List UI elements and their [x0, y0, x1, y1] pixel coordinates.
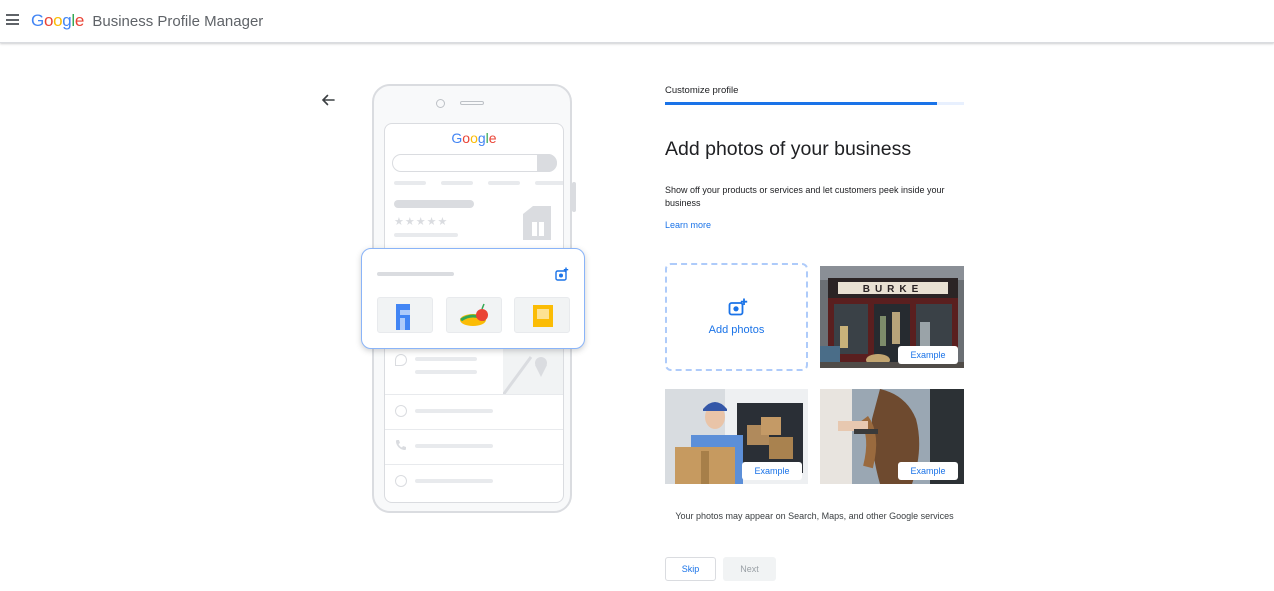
placeholder-title: [394, 200, 474, 208]
example-badge[interactable]: Example: [742, 462, 802, 480]
svg-text:BURKE: BURKE: [863, 284, 924, 295]
mini-search-bar: [392, 154, 557, 172]
thumbnail-product: [514, 297, 570, 333]
placeholder-line: [415, 444, 493, 448]
add-photo-icon: [555, 267, 569, 281]
learn-more-link[interactable]: Learn more: [665, 220, 711, 230]
photo-card-illustration: [361, 248, 585, 349]
placeholder-line: [377, 272, 454, 276]
logo-letter: G: [31, 11, 44, 30]
thumbnail-food: [446, 297, 502, 333]
page-description: Show off your products or services and l…: [665, 185, 945, 208]
placeholder-line: [394, 181, 426, 185]
logo-letter: o: [43, 11, 54, 30]
globe-icon: [395, 475, 407, 487]
product-name: Business Profile Manager: [92, 13, 264, 30]
divider: [385, 464, 563, 465]
placeholder-line: [415, 357, 477, 361]
example-photo-salon: Example: [820, 389, 964, 484]
logo-letter: o: [53, 11, 63, 30]
clock-icon: [395, 405, 407, 417]
top-app-bar: Google Business Profile Manager: [0, 0, 1274, 43]
storefront-icon: [523, 206, 551, 240]
disclaimer-text: Your photos may appear on Search, Maps, …: [675, 511, 954, 521]
mini-google-logo: Google: [451, 130, 497, 146]
progress-bar-fill: [665, 102, 938, 105]
add-photo-icon: [728, 298, 748, 316]
add-photos-label: Add photos: [708, 324, 765, 336]
page-title: Add photos of your business: [665, 138, 912, 160]
example-photo-delivery: Example: [665, 389, 808, 484]
thumbnail-building: [377, 297, 433, 333]
phone-speaker: [460, 101, 484, 105]
add-photos-button[interactable]: Add photos: [665, 263, 808, 371]
mini-search-icon: [537, 154, 557, 172]
divider: [385, 394, 563, 395]
next-button[interactable]: Next: [723, 557, 776, 581]
phone-call-icon: [396, 440, 406, 450]
placeholder-line: [415, 409, 493, 413]
app-brand: Google Business Profile Manager: [31, 11, 263, 31]
logo-letter: e: [74, 11, 85, 30]
mini-map: [501, 349, 563, 396]
placeholder-line: [394, 233, 458, 237]
mini-star-rating: ★★★★★: [394, 216, 449, 228]
phone-camera-icon: [436, 99, 445, 108]
example-badge[interactable]: Example: [898, 346, 958, 364]
progress-bar: [665, 102, 964, 105]
hamburger-menu-icon[interactable]: [6, 14, 19, 25]
placeholder-line: [441, 181, 473, 185]
google-logo: Google: [31, 11, 88, 30]
divider: [385, 429, 563, 430]
step-label: Customize profile: [665, 85, 739, 96]
placeholder-line: [415, 370, 477, 374]
example-photo-storefront: BURKE Example: [820, 266, 964, 368]
back-arrow-icon[interactable]: [320, 92, 336, 108]
skip-button[interactable]: Skip: [665, 557, 716, 581]
placeholder-line: [488, 181, 520, 185]
placeholder-line: [415, 479, 493, 483]
location-pin-icon: [395, 354, 407, 366]
example-badge[interactable]: Example: [898, 462, 958, 480]
placeholder-line: [535, 181, 563, 185]
phone-side-button: [572, 182, 576, 212]
